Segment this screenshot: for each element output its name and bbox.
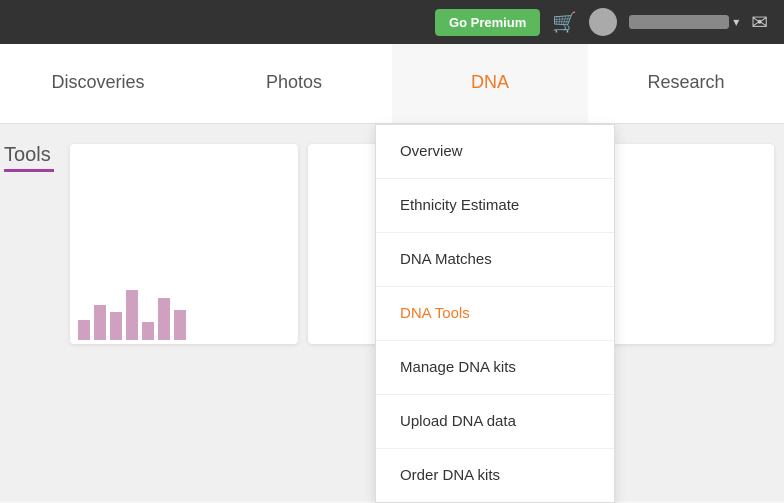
nav-item-discoveries[interactable]: Discoveries: [0, 44, 196, 123]
tools-label: Tools: [0, 144, 60, 167]
dropdown-item-dna-matches[interactable]: DNA Matches: [376, 233, 614, 287]
mail-icon[interactable]: ✉: [751, 10, 768, 35]
bar-1: [78, 320, 90, 340]
dropdown-item-dna-tools[interactable]: DNA Tools: [376, 287, 614, 341]
bar-5: [142, 322, 154, 340]
dropdown-item-upload-dna-data[interactable]: Upload DNA data: [376, 395, 614, 449]
bar-chart: [70, 284, 298, 344]
card-left: [70, 144, 298, 344]
dna-dropdown: Overview Ethnicity Estimate DNA Matches …: [375, 124, 615, 503]
bar-3: [110, 312, 122, 340]
top-bar: Go Premium 🛒 ▾ ✉: [0, 0, 784, 44]
dropdown-item-manage-dna-kits[interactable]: Manage DNA kits: [376, 341, 614, 395]
nav-item-research[interactable]: Research: [588, 44, 784, 123]
left-tools-panel: Tools: [0, 124, 60, 501]
nav-item-photos[interactable]: Photos: [196, 44, 392, 123]
go-premium-button[interactable]: Go Premium: [435, 9, 540, 36]
chevron-down-icon[interactable]: ▾: [733, 15, 739, 29]
dropdown-item-order-dna-kits[interactable]: Order DNA kits: [376, 449, 614, 502]
nav-bar: Discoveries Photos DNA Research Overview…: [0, 44, 784, 124]
nav-item-dna[interactable]: DNA: [392, 44, 588, 123]
username-bar: [629, 15, 729, 29]
bar-7: [174, 310, 186, 340]
bar-2: [94, 305, 106, 340]
dropdown-item-overview[interactable]: Overview: [376, 125, 614, 179]
username-area: ▾: [629, 15, 739, 29]
bar-6: [158, 298, 170, 340]
cart-icon[interactable]: 🛒: [552, 10, 577, 35]
bar-4: [126, 290, 138, 340]
avatar[interactable]: [589, 8, 617, 36]
tools-underline: [4, 169, 54, 172]
dropdown-item-ethnicity-estimate[interactable]: Ethnicity Estimate: [376, 179, 614, 233]
